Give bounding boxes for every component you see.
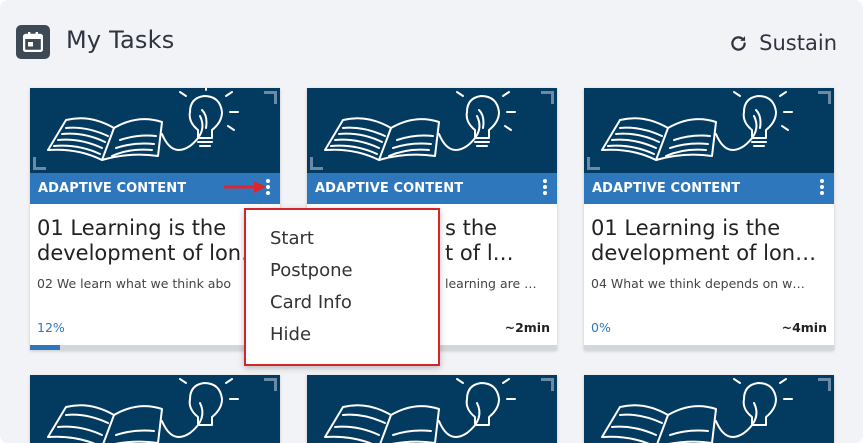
card-illustration xyxy=(307,375,557,443)
task-card[interactable]: ADAPTIVE CONTENT 01 Learning is the deve… xyxy=(30,88,280,350)
task-card[interactable] xyxy=(307,375,557,443)
card-illustration xyxy=(30,375,280,443)
corner-decoration xyxy=(264,91,277,104)
task-card[interactable]: ADAPTIVE CONTENT 01 Learning is the deve… xyxy=(584,88,834,350)
arrow-right-icon xyxy=(224,181,266,193)
card-context-menu: Start Postpone Card Info Hide xyxy=(244,208,440,366)
corner-decoration xyxy=(310,157,323,170)
calendar-icon xyxy=(16,25,50,59)
corner-decoration xyxy=(818,91,831,104)
card-category-band: ADAPTIVE CONTENT xyxy=(584,173,834,204)
card-progress-text: 0% xyxy=(591,320,611,335)
sustain-label: Sustain xyxy=(759,31,837,55)
book-lightbulb-icon xyxy=(601,378,793,443)
corner-decoration xyxy=(587,157,600,170)
corner-decoration xyxy=(264,378,277,391)
card-title-line: development of lon… xyxy=(591,241,817,265)
progress-fill xyxy=(30,345,60,350)
progress-bar xyxy=(30,345,280,350)
card-title-line: 01 Learning is the xyxy=(37,216,227,240)
card-title: 01 Learning is the development of lon… xyxy=(37,216,275,266)
card-description: 02 We learn what we think abo xyxy=(37,276,232,291)
card-category: ADAPTIVE CONTENT xyxy=(38,181,187,196)
card-duration: ~2min xyxy=(504,320,550,335)
progress-bar xyxy=(584,345,834,350)
card-illustration xyxy=(584,375,834,443)
task-card[interactable] xyxy=(584,375,834,443)
card-progress-text: 12% xyxy=(37,320,65,335)
menu-item-postpone[interactable]: Postpone xyxy=(270,260,353,281)
card-illustration xyxy=(584,88,834,173)
corner-decoration xyxy=(541,378,554,391)
book-lightbulb-icon xyxy=(47,378,239,443)
book-lightbulb-icon xyxy=(324,378,516,443)
page-title: My Tasks xyxy=(66,26,175,54)
card-category: ADAPTIVE CONTENT xyxy=(592,181,741,196)
book-lightbulb-icon xyxy=(324,91,516,161)
menu-item-card-info[interactable]: Card Info xyxy=(270,292,352,313)
menu-item-start[interactable]: Start xyxy=(270,228,314,249)
more-options-icon[interactable] xyxy=(818,179,826,199)
task-card[interactable] xyxy=(30,375,280,443)
menu-item-hide[interactable]: Hide xyxy=(270,324,311,345)
corner-decoration xyxy=(33,157,46,170)
corner-decoration xyxy=(541,91,554,104)
refresh-icon xyxy=(731,35,746,51)
more-options-icon[interactable] xyxy=(541,179,549,199)
book-lightbulb-icon xyxy=(47,88,239,161)
corner-decoration xyxy=(818,378,831,391)
card-category: ADAPTIVE CONTENT xyxy=(315,181,464,196)
card-title: 01 Learning is the development of lon… xyxy=(591,216,829,266)
card-title-line: development of lon… xyxy=(37,241,263,265)
my-tasks-panel: My Tasks Sustain ADAPTIVE CONTENT 01 Lea… xyxy=(0,0,863,443)
card-title-line: 01 Learning is the xyxy=(591,216,781,240)
sustain-button[interactable]: Sustain xyxy=(728,30,837,56)
card-duration: ~4min xyxy=(781,320,827,335)
card-illustration xyxy=(307,88,557,173)
card-illustration xyxy=(30,88,280,173)
card-description: 04 What we think depends on w… xyxy=(591,276,805,291)
book-lightbulb-icon xyxy=(601,91,793,161)
card-category-band: ADAPTIVE CONTENT xyxy=(307,173,557,204)
